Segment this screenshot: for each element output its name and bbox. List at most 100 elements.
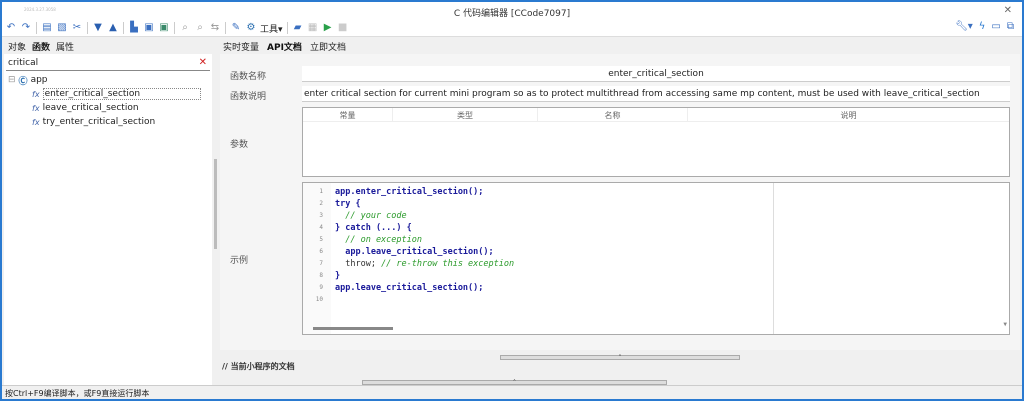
code-line: } [335, 271, 340, 281]
function-desc-field[interactable]: enter critical section for current mini … [302, 86, 1010, 102]
tab-api-docs[interactable]: API文档 [267, 40, 302, 53]
params-header: 常量 类型 名称 说明 [303, 108, 1009, 122]
window-title: C 代码编辑器 [CCode7097] [453, 9, 571, 19]
replace-icon[interactable]: ⇆ [209, 21, 221, 35]
gear-icon[interactable]: ⚙ [245, 21, 257, 35]
tab-live-vars[interactable]: 实时变量 [223, 40, 259, 53]
code-line: } catch (...) { [335, 223, 412, 233]
function-icon: fx [32, 117, 40, 127]
code-token: // re-throw this exception [381, 259, 515, 269]
line-number: 1 [319, 188, 323, 195]
code-line: throw; // re-throw this exception [335, 259, 514, 269]
code-example[interactable]: ▼ 1 app.enter_critical_section(); 2 try {3 … [302, 182, 1010, 335]
code-token: throw; [335, 259, 382, 269]
cut-icon[interactable]: ✂ [71, 21, 83, 35]
move-down-icon[interactable]: ▼ [92, 21, 104, 35]
tree-item[interactable]: fx try_enter_critical_section [8, 115, 201, 129]
function-name-field[interactable]: enter_critical_section [302, 66, 1010, 82]
scroll-down-icon[interactable]: ▼ [1003, 321, 1007, 328]
collapse-icon[interactable]: ⊟ [8, 75, 16, 85]
right-panel: 实时变量 API文档 立即文档 函数名称 enter_critical_sect… [220, 39, 1020, 385]
line-number: 5 [319, 236, 323, 243]
name-label: 函数名称 [230, 72, 267, 82]
open-folder-icon[interactable]: ▰ [292, 21, 304, 35]
copy-icon[interactable]: ▤ [41, 21, 53, 35]
wrench-icon[interactable]: 🔧︎▾ [955, 21, 973, 32]
window-icon[interactable]: ▭ [991, 21, 1000, 32]
code-line: app.leave_critical_section(); [335, 247, 494, 257]
code-token: } catch (...) { [335, 223, 412, 233]
code-token: // on exception [335, 235, 422, 245]
tab-functions[interactable]: 函数 [32, 40, 50, 53]
line-number: 3 [319, 212, 323, 219]
chart-icon[interactable]: ▙ [128, 21, 140, 35]
tab-objects[interactable]: 对象 [8, 40, 26, 53]
code-line: app.leave_critical_section(); [335, 283, 483, 293]
save-all-icon[interactable]: ▣ [158, 21, 170, 35]
code-token: try { [335, 199, 361, 209]
code-token: // your code [335, 211, 407, 221]
params-label: 参数 [230, 140, 249, 150]
paste-icon[interactable]: ▧ [56, 21, 68, 35]
redo-icon[interactable]: ↷ [20, 21, 32, 35]
function-icon: fx [32, 103, 40, 113]
line-number: 10 [315, 296, 323, 303]
lightning-icon[interactable]: ϟ [979, 21, 986, 32]
col-description: 说明 [840, 111, 857, 120]
code-line: try { [335, 199, 361, 209]
function-icon: fx [32, 89, 40, 99]
pen-icon[interactable]: ✎ [230, 21, 242, 35]
line-number: 7 [319, 260, 323, 267]
doc-heading: // 当前小程序的文档 [222, 362, 295, 371]
find-next-icon[interactable]: ⌕ [194, 21, 206, 35]
run-icon[interactable]: ▶ [322, 21, 334, 35]
undo-icon[interactable]: ↶ [5, 21, 17, 35]
col-constant: 常量 [303, 108, 393, 121]
col-name: 名称 [538, 108, 688, 121]
code-line: // your code [335, 211, 407, 221]
code-line: app.enter_critical_section(); [335, 187, 483, 197]
status-bar: 按Ctrl+F9编译脚本，或F9直接运行脚本 [2, 385, 1022, 399]
code-line: // on exception [335, 235, 422, 245]
params-table: 常量 类型 名称 说明 [302, 107, 1010, 177]
tab-properties[interactable]: 属性 [56, 40, 74, 53]
move-up-icon[interactable]: ▲ [107, 21, 119, 35]
clear-icon[interactable]: ✕ [199, 57, 207, 68]
right-tabs: 实时变量 API文档 立即文档 [220, 39, 1020, 54]
class-icon: Ⓒ [18, 76, 28, 87]
left-tabs: 对象 函数 属性 [4, 39, 212, 54]
popout-icon[interactable]: ⧉ [1007, 21, 1014, 32]
tree-item[interactable]: fx leave_critical_section [8, 101, 201, 115]
line-number: 4 [319, 224, 323, 231]
tree-item[interactable]: fx enter_critical_section [8, 87, 202, 101]
toolbar-right: 🔧︎▾ ϟ ▭ ⧉ [955, 21, 1014, 32]
editor-window: 2024.3.27.3058 C 代码编辑器 [CCode7097] ✕ ↶ ↷… [0, 0, 1024, 401]
code-token: app.leave_critical_section(); [335, 247, 494, 257]
tab-immediate-docs[interactable]: 立即文档 [310, 40, 346, 53]
function-tree: ⊟ Ⓒapp fx enter_critical_section fx leave_c… [8, 73, 202, 129]
find-icon[interactable]: ⌕ [179, 21, 191, 35]
tools-menu[interactable]: 工具▾ [260, 22, 283, 35]
line-number: 2 [319, 200, 323, 207]
panel-splitter[interactable] [212, 39, 220, 385]
line-number: 8 [319, 272, 323, 279]
code-token: app.enter_critical_section(); [335, 187, 484, 197]
desc-label: 函数说明 [230, 92, 267, 102]
left-panel: 对象 函数 属性 critical ✕ ⊟ Ⓒapp fx enter_critica… [4, 39, 212, 385]
splitter-handle[interactable]: ⌃ [500, 355, 740, 360]
example-label: 示例 [230, 256, 249, 266]
save-icon[interactable]: ▣ [143, 21, 155, 35]
line-number: 6 [319, 248, 323, 255]
horizontal-scrollbar[interactable] [313, 327, 393, 330]
code-token: } [335, 271, 341, 281]
stop-icon[interactable]: ■ [337, 21, 349, 35]
toolbar: ↶ ↷ ▤ ▧ ✂ ▼ ▲ ▙ ▣ ▣ ⌕ ⌕ ⇆ ✎ ⚙ 工具▾ ▰ ▦ ▶ … [2, 20, 1022, 37]
line-number: 9 [319, 284, 323, 291]
tree-root[interactable]: ⊟ Ⓒapp [8, 73, 201, 87]
col-type: 类型 [393, 108, 538, 121]
search-input[interactable]: critical ✕ [6, 56, 210, 71]
code-token: app.leave_critical_section(); [335, 283, 484, 293]
title-bar: 2024.3.27.3058 C 代码编辑器 [CCode7097] ✕ [2, 2, 1022, 20]
close-icon[interactable]: ✕ [1004, 5, 1012, 16]
compile-icon[interactable]: ▦ [307, 21, 319, 35]
